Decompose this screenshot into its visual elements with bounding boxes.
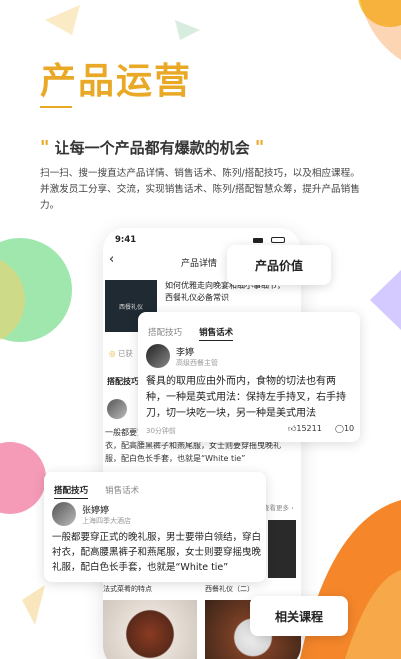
comment-icon: ◯ bbox=[335, 424, 344, 433]
author-role: 高级西餐主管 bbox=[176, 359, 218, 367]
nav-title: 产品详情 bbox=[181, 259, 218, 269]
bell-icon: ◎ bbox=[109, 349, 116, 358]
thumbnail-label: 西餐礼仪 bbox=[118, 303, 143, 311]
tab-sales[interactable]: 销售话术 bbox=[199, 328, 234, 341]
avatar bbox=[146, 344, 170, 368]
sales-script-card: 搭配技巧 销售话术 李婷 高级西餐主管 餐具的取用应由外而内，食物的切法也有两种… bbox=[138, 312, 360, 442]
product-value-badge: 产品价值 bbox=[227, 245, 331, 285]
description: 扫一扫、搜一搜直达产品详情、销售话术、陈列/搭配技巧，以及相应课程。并激发员工分… bbox=[40, 168, 360, 211]
photo-thumb bbox=[268, 520, 296, 578]
thumb2-label: 西餐礼仪（二） bbox=[205, 585, 254, 593]
author-name: 李婷 bbox=[176, 348, 195, 358]
back-icon[interactable]: ‹ bbox=[109, 252, 114, 267]
comment-button[interactable]: ◯10 bbox=[335, 424, 354, 433]
tab-sales[interactable]: 销售话术 bbox=[105, 486, 139, 496]
thumb1-label: 法式菜肴的特点 bbox=[103, 585, 152, 593]
matching-tip-card: 搭配技巧 销售话术 张婷婷 上海四季大酒店 一般都要穿正式的晚礼服，男士要带白领… bbox=[44, 472, 266, 582]
card-tabs: 搭配技巧 销售话术 bbox=[54, 478, 151, 499]
like-count: 15211 bbox=[296, 424, 322, 433]
avatar bbox=[52, 502, 76, 526]
sales-text: 餐具的取用应由外而内，食物的切法也有两种，一种是英式用法：保持左手持叉，右手持刀… bbox=[146, 376, 346, 419]
title-divider bbox=[40, 106, 72, 108]
tab-matching[interactable]: 搭配技巧 bbox=[54, 486, 89, 499]
related-courses-button[interactable]: 相关课程 bbox=[250, 596, 348, 636]
author-org: 上海四季大酒店 bbox=[82, 517, 131, 525]
avatar bbox=[107, 399, 127, 419]
slogan-text: 让每一个产品都有爆款的机会 bbox=[54, 139, 250, 157]
card-tabs: 搭配技巧 销售话术 bbox=[148, 320, 245, 341]
like-button[interactable]: 👍︎15211 bbox=[288, 424, 322, 434]
steak-image[interactable] bbox=[103, 600, 197, 659]
quote-open: " bbox=[40, 137, 50, 158]
status-icons bbox=[253, 236, 287, 243]
page-title: 产品运营 bbox=[40, 61, 193, 102]
quote-close: " bbox=[254, 137, 265, 158]
earned-label: ◎ 已获 bbox=[109, 348, 133, 359]
earned-text: 已获 bbox=[117, 349, 133, 358]
status-time: 9:41 bbox=[115, 235, 137, 245]
see-more-link[interactable]: 查看更多 › bbox=[263, 502, 294, 512]
author-name: 张婷婷 bbox=[82, 506, 110, 516]
phone-mockup: 9:41 ‹ 产品详情 西餐礼仪 如何优雅走向晚宴和细小事细节，西餐礼仪必备常识… bbox=[103, 228, 301, 659]
section-label: 搭配技巧 bbox=[107, 377, 139, 386]
tip-text: 一般都要穿正式的晚礼服，男士要带白领结，穿白衬衣，配高腰黑裤子和燕尾服，女士则要… bbox=[52, 532, 262, 573]
comment-count: 10 bbox=[343, 424, 355, 433]
tab-matching[interactable]: 搭配技巧 bbox=[148, 328, 182, 338]
post-time: 30分钟前 bbox=[146, 427, 176, 435]
slogan: " 让每一个产品都有爆款的机会 " bbox=[40, 137, 264, 158]
